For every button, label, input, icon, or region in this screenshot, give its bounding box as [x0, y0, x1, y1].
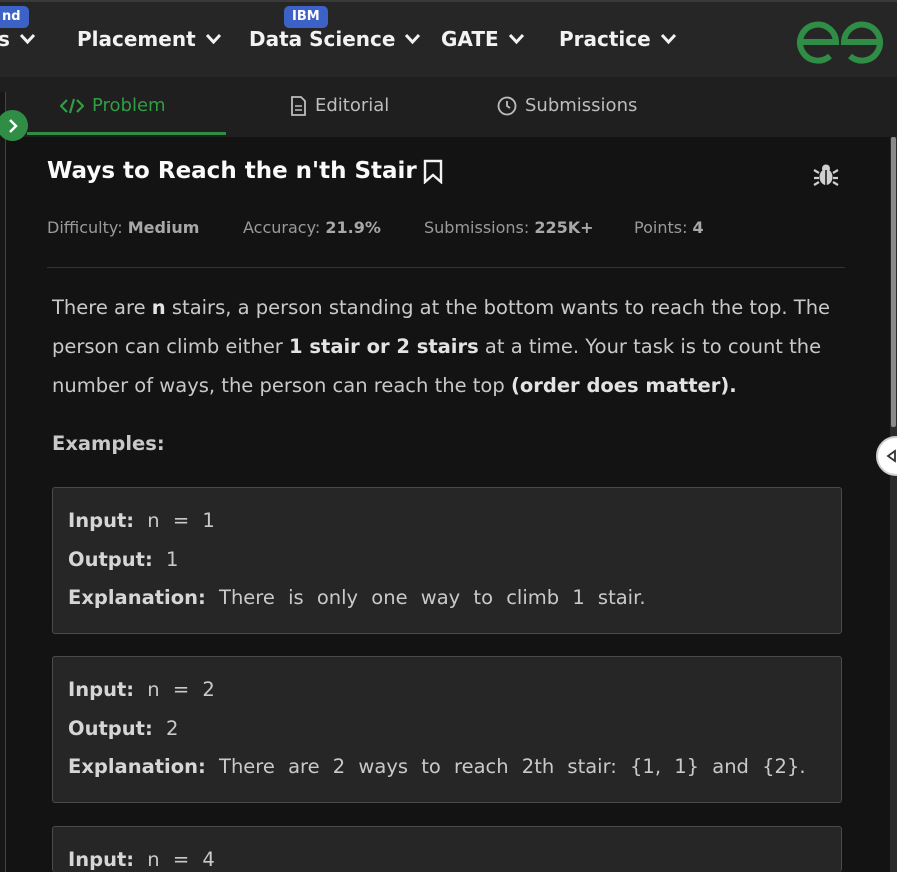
example-box: Input: n = 1 Output: 1 Explanation: Ther… — [52, 487, 842, 634]
points-value: 4 — [692, 218, 704, 237]
ibm-badge: IBM — [284, 6, 328, 28]
nav-item-placement[interactable]: Placement — [77, 27, 222, 51]
tab-label: Submissions — [525, 95, 638, 116]
description-bold: (order does matter). — [510, 374, 737, 397]
problem-title: Ways to Reach the n'th Stair — [47, 158, 417, 184]
code-icon — [60, 98, 84, 113]
output-value: 2 — [152, 716, 179, 740]
difficulty-value: Medium — [127, 218, 200, 237]
nav-item-label: GATE — [441, 27, 499, 51]
triangle-left-icon — [886, 449, 896, 463]
nav-item-label: s — [0, 27, 10, 51]
nav-item-label: Data Science — [249, 27, 396, 51]
report-bug-icon[interactable] — [813, 162, 839, 188]
points-meta: Points: 4 — [634, 218, 704, 237]
description-bold: 1 stair or 2 stairs — [289, 335, 479, 358]
tab-problem[interactable]: Problem — [60, 95, 166, 116]
nav-item-label: Placement — [77, 27, 196, 51]
bookmark-icon[interactable] — [423, 158, 443, 184]
explanation-label: Explanation: — [68, 586, 206, 609]
input-value: n = 4 — [134, 848, 215, 871]
description-bold: n — [151, 296, 166, 319]
submissions-value: 225K+ — [534, 218, 594, 237]
explanation-label: Explanation: — [68, 755, 206, 778]
clock-icon — [497, 96, 517, 115]
example-input: Input: n = 1 — [68, 502, 841, 541]
nav-item-practice[interactable]: Practice — [559, 27, 677, 51]
chevron-down-icon — [405, 33, 421, 45]
example-explanation: Explanation: There is only one way to cl… — [68, 579, 841, 618]
tab-editorial[interactable]: Editorial — [290, 95, 389, 116]
output-label: Output: — [68, 547, 153, 571]
problem-description: There are n stairs, a person standing at… — [52, 288, 852, 405]
input-value: n = 1 — [134, 509, 215, 532]
example-input: Input: n = 2 — [68, 671, 841, 710]
accuracy-meta: Accuracy: 21.9% — [243, 218, 381, 237]
input-value: n = 2 — [134, 678, 215, 701]
submissions-meta: Submissions: 225K+ — [424, 218, 594, 237]
nav-item-courses[interactable]: s — [0, 27, 36, 51]
nav-badge-left: nd — [0, 6, 29, 28]
example-box: Input: n = 4 — [52, 826, 842, 872]
problem-title-row: Ways to Reach the n'th Stair — [47, 158, 443, 184]
tab-label: Editorial — [315, 95, 390, 116]
nav-item-gate[interactable]: GATE — [441, 27, 525, 51]
divider — [47, 267, 845, 268]
example-explanation: Explanation: There are 2 ways to reach 2… — [68, 748, 841, 787]
chevron-down-icon — [19, 33, 36, 45]
input-label: Input: — [68, 678, 135, 701]
output-label: Output: — [68, 716, 153, 740]
description-text: There are — [52, 296, 152, 319]
explanation-value: There is only one way to climb 1 stair. — [205, 586, 646, 609]
example-input: Input: n = 4 — [68, 841, 841, 872]
scrollbar[interactable] — [890, 137, 897, 872]
meta-label: Accuracy: — [243, 218, 321, 237]
meta-label: Submissions: — [424, 218, 530, 237]
chevron-down-icon — [205, 33, 221, 45]
chevron-right-icon — [8, 118, 18, 133]
output-value: 1 — [152, 547, 179, 571]
chevron-down-icon — [660, 33, 676, 45]
top-navigation: nd s Placement IBM Data Science GATE Pra… — [0, 0, 897, 77]
example-box: Input: n = 2 Output: 2 Explanation: Ther… — [52, 656, 842, 803]
meta-label: Difficulty: — [47, 218, 123, 237]
scrollbar-thumb[interactable] — [891, 137, 896, 427]
geeksforgeeks-logo-icon[interactable] — [794, 18, 886, 66]
left-panel-edge — [0, 92, 6, 872]
nav-item-data-science[interactable]: Data Science — [249, 27, 421, 51]
chevron-down-icon — [508, 33, 524, 45]
document-icon — [291, 95, 306, 116]
example-output: Output: 1 — [68, 541, 841, 580]
examples-heading: Examples: — [52, 432, 165, 455]
input-label: Input: — [68, 509, 135, 532]
example-output: Output: 2 — [68, 710, 841, 749]
tab-label: Problem — [92, 95, 166, 116]
problem-tabs: Problem Editorial Submissions — [0, 77, 897, 137]
tab-submissions[interactable]: Submissions — [497, 95, 637, 116]
difficulty-meta: Difficulty: Medium — [47, 218, 199, 237]
accuracy-value: 21.9% — [325, 218, 381, 237]
input-label: Input: — [68, 848, 135, 871]
nav-item-label: Practice — [559, 27, 651, 51]
explanation-value: There are 2 ways to reach 2th stair: {1,… — [205, 755, 806, 778]
active-tab-indicator — [27, 132, 226, 135]
meta-label: Points: — [634, 218, 688, 237]
panel-resize-handle[interactable] — [876, 436, 897, 476]
